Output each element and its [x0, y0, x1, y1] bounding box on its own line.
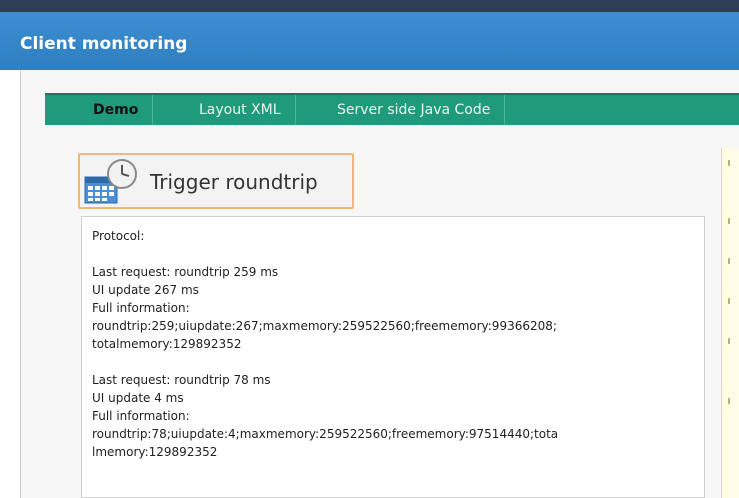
- tab-server-side-java-code[interactable]: Server side Java Code: [323, 95, 506, 125]
- trigger-roundtrip-button[interactable]: Trigger roundtrip: [78, 153, 354, 209]
- full-information-text: roundtrip:78;uiupdate:4;maxmemory:259522…: [92, 427, 559, 441]
- calendar-clock-icon: [84, 159, 137, 204]
- protocol-entry: Last request: roundtrip 259 ms UI update…: [92, 263, 694, 353]
- last-request-text: Last request: roundtrip 259 ms: [92, 265, 279, 279]
- ui-update-text: UI update 4 ms: [92, 391, 184, 405]
- protocol-entry: Last request: roundtrip 78 ms UI update …: [92, 371, 694, 461]
- title-bar: Client monitoring: [0, 12, 739, 70]
- side-info-panel: [721, 148, 739, 498]
- full-information-label: Full information:: [92, 301, 190, 315]
- full-information-label: Full information:: [92, 409, 190, 423]
- panel-text-fragment: [728, 160, 730, 166]
- panel-text-fragment: [728, 258, 730, 264]
- panel-text-fragment: [728, 338, 730, 344]
- panel-text-fragment: [728, 398, 730, 404]
- ui-update-text: UI update 267 ms: [92, 283, 199, 297]
- full-information-text: lmemory:129892352: [92, 445, 218, 459]
- panel-text-fragment: [728, 298, 730, 304]
- protocol-heading: Protocol:: [92, 229, 145, 243]
- full-information-text: totalmemory:129892352: [92, 337, 242, 351]
- tab-demo[interactable]: Demo: [75, 95, 154, 125]
- protocol-log: Protocol: Last request: roundtrip 259 ms…: [81, 216, 705, 498]
- tab-layout-xml[interactable]: Layout XML: [185, 95, 296, 125]
- last-request-text: Last request: roundtrip 78 ms: [92, 373, 271, 387]
- trigger-roundtrip-label: Trigger roundtrip: [150, 170, 318, 194]
- top-frame-bar: [0, 0, 739, 12]
- window-title: Client monitoring: [20, 34, 188, 54]
- tab-bar: Demo Layout XML Server side Java Code: [45, 93, 739, 125]
- full-information-text: roundtrip:259;uiupdate:267;maxmemory:259…: [92, 319, 557, 333]
- panel-text-fragment: [728, 218, 730, 224]
